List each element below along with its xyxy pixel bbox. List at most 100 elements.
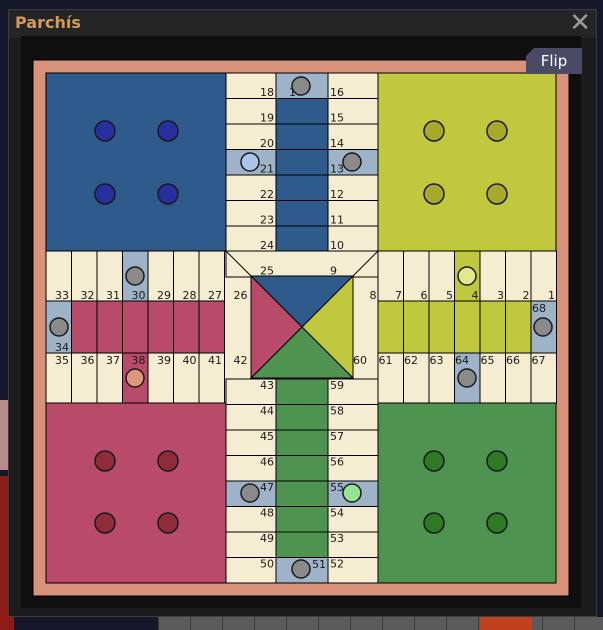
track-square-right-center — [428, 300, 455, 354]
track-square-bottom-center — [275, 404, 329, 431]
square-number: 44 — [260, 405, 274, 418]
piece-on-square-38[interactable] — [125, 368, 145, 388]
piece-blue[interactable] — [157, 183, 179, 205]
flip-button[interactable]: Flip — [526, 48, 582, 74]
square-number: 55 — [330, 481, 344, 494]
piece-green[interactable] — [423, 512, 445, 534]
track-square-top-center — [275, 123, 329, 150]
piece-on-square-13[interactable] — [342, 152, 362, 172]
piece-on-square-17[interactable] — [291, 76, 311, 96]
square-number: 36 — [81, 354, 95, 367]
square-number: 59 — [330, 379, 344, 392]
square-number: 20 — [260, 137, 274, 150]
square-number: 29 — [157, 289, 171, 302]
square-number: 62 — [404, 354, 418, 367]
track-square-bottom-center — [275, 480, 329, 507]
square-number: 56 — [330, 456, 344, 469]
square-number: 37 — [106, 354, 120, 367]
square-number: 4 — [472, 289, 479, 302]
square-number: 52 — [330, 558, 344, 571]
title-bar[interactable]: Parchís ✕ — [9, 8, 596, 38]
background-crate — [480, 617, 532, 630]
square-number: 14 — [330, 137, 344, 150]
home-red — [45, 402, 227, 584]
piece-on-square-4[interactable] — [457, 266, 477, 286]
background-pink-structure — [0, 400, 8, 470]
square-number: 3 — [497, 289, 504, 302]
square-number: 54 — [330, 507, 344, 520]
square-number: 32 — [81, 289, 95, 302]
square-number: 16 — [330, 86, 344, 99]
square-number: 33 — [55, 289, 69, 302]
track-square-right-center — [454, 300, 481, 354]
track-square-top-center — [275, 200, 329, 227]
square-number: 21 — [260, 163, 274, 176]
close-icon[interactable]: ✕ — [569, 8, 591, 38]
square-number: 1 — [548, 289, 555, 302]
square-number: 40 — [183, 354, 197, 367]
square-number: 28 — [183, 289, 197, 302]
square-number: 26 — [234, 289, 248, 302]
piece-red[interactable] — [94, 450, 116, 472]
piece-yellow[interactable] — [486, 120, 508, 142]
square-number: 68 — [532, 302, 546, 315]
background-floor-tiles — [158, 617, 603, 630]
square-number: 58 — [330, 405, 344, 418]
square-number: 49 — [260, 532, 274, 545]
square-number: 19 — [260, 112, 274, 125]
piece-on-square-68[interactable] — [533, 317, 553, 337]
square-number: 7 — [395, 289, 402, 302]
square-number: 35 — [55, 354, 69, 367]
track-square-left-center — [96, 300, 123, 354]
piece-yellow[interactable] — [423, 183, 445, 205]
square-number: 64 — [455, 354, 469, 367]
piece-on-square-64[interactable] — [457, 368, 477, 388]
track-square-right-center — [505, 300, 532, 354]
square-number: 27 — [208, 289, 222, 302]
track-square-right-center — [377, 300, 404, 354]
piece-on-square-21[interactable] — [240, 152, 260, 172]
track-square-left-center — [198, 300, 225, 354]
square-number: 41 — [208, 354, 222, 367]
home-blue — [45, 72, 227, 252]
square-number: 18 — [260, 86, 274, 99]
square-number: 42 — [234, 354, 248, 367]
square-number: 34 — [55, 341, 69, 354]
square-number: 65 — [481, 354, 495, 367]
piece-yellow[interactable] — [423, 120, 445, 142]
track-square-left-center — [122, 300, 149, 354]
piece-on-square-51[interactable] — [291, 559, 311, 579]
piece-green[interactable] — [486, 450, 508, 472]
piece-on-square-30[interactable] — [125, 266, 145, 286]
square-number: 5 — [446, 289, 453, 302]
piece-red[interactable] — [157, 450, 179, 472]
piece-red[interactable] — [157, 512, 179, 534]
piece-on-square-55[interactable] — [342, 483, 362, 503]
square-number: 67 — [532, 354, 546, 367]
square-number: 39 — [157, 354, 171, 367]
square-number: 11 — [330, 214, 344, 227]
square-number: 12 — [330, 188, 344, 201]
square-number: 23 — [260, 214, 274, 227]
piece-blue[interactable] — [94, 120, 116, 142]
square-number: 63 — [430, 354, 444, 367]
piece-yellow[interactable] — [486, 183, 508, 205]
piece-green[interactable] — [486, 512, 508, 534]
piece-on-square-47[interactable] — [240, 483, 260, 503]
piece-on-square-34[interactable] — [49, 317, 69, 337]
square-number: 24 — [260, 239, 274, 252]
track-square-left-center — [147, 300, 174, 354]
piece-red[interactable] — [94, 512, 116, 534]
parchis-board[interactable]: 1819202122232425161514131211109174344454… — [21, 36, 581, 608]
home-green — [377, 402, 557, 584]
square-number: 46 — [260, 456, 274, 469]
track-square-top-center — [275, 174, 329, 201]
track-square-right-center — [479, 300, 506, 354]
square-number: 31 — [106, 289, 120, 302]
track-square-bottom-center — [275, 429, 329, 456]
piece-blue[interactable] — [157, 120, 179, 142]
track-square-top-center — [275, 149, 329, 176]
piece-green[interactable] — [423, 450, 445, 472]
track-square-top-center — [275, 225, 329, 252]
piece-blue[interactable] — [94, 183, 116, 205]
